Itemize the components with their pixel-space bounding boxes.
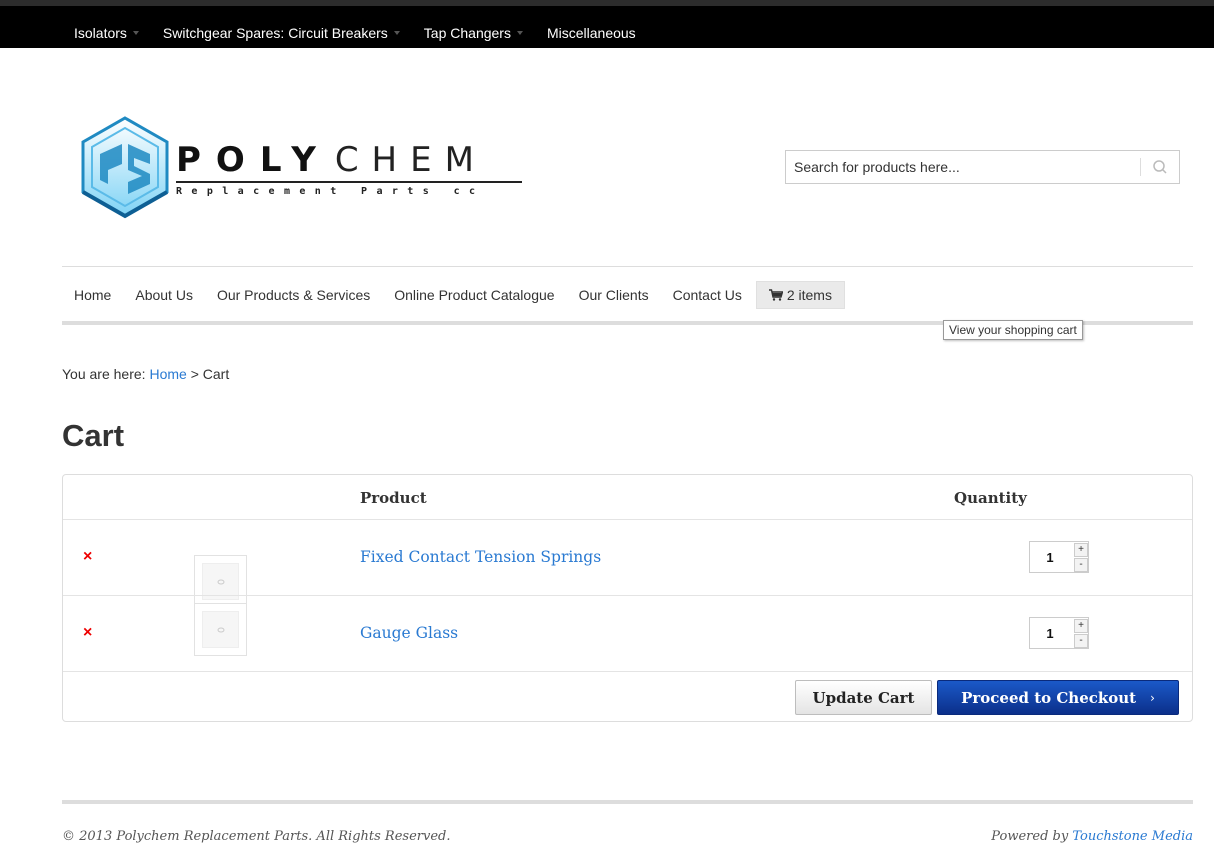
cart-icon xyxy=(768,289,783,301)
touchstone-media-link[interactable]: Touchstone Media xyxy=(1072,829,1193,844)
top-nav: Isolators Switchgear Spares: Circuit Bre… xyxy=(62,12,648,54)
cart-table: Product Quantity × Fixed Contact Tension… xyxy=(62,474,1193,722)
header-divider xyxy=(63,519,1192,520)
nav-top-divider xyxy=(62,266,1193,267)
top-nav-label: Tap Changers xyxy=(423,25,511,41)
search-icon xyxy=(1153,160,1167,174)
brand-word-light: CHEM xyxy=(334,140,487,180)
breadcrumb-home-link[interactable]: Home xyxy=(149,366,186,382)
top-nav-isolators[interactable]: Isolators xyxy=(74,25,139,41)
caret-down-icon xyxy=(132,31,139,35)
search-button[interactable] xyxy=(1146,155,1174,179)
nav-cart-button[interactable]: 2 items xyxy=(755,281,845,309)
top-nav-label: Miscellaneous xyxy=(546,25,636,41)
product-link[interactable]: Fixed Contact Tension Springs xyxy=(360,548,601,566)
nav-about-us[interactable]: About Us xyxy=(135,287,193,303)
breadcrumb: You are here: Home > Cart xyxy=(62,366,229,382)
search-divider xyxy=(1140,158,1141,176)
page-title: Cart xyxy=(62,418,125,453)
nav-contact-us[interactable]: Contact Us xyxy=(673,287,742,303)
top-nav-miscellaneous[interactable]: Miscellaneous xyxy=(547,25,636,41)
nav-home[interactable]: Home xyxy=(74,287,111,303)
footer-divider xyxy=(62,800,1193,804)
polychem-hex-logo-icon xyxy=(81,116,169,219)
update-cart-button[interactable]: Update Cart xyxy=(795,680,932,715)
quantity-increase-button[interactable]: + xyxy=(1074,619,1088,633)
nav-online-catalogue[interactable]: Online Product Catalogue xyxy=(394,287,554,303)
top-nav-tap-changers[interactable]: Tap Changers xyxy=(424,25,523,41)
caret-down-icon xyxy=(516,31,523,35)
cart-count-label: 2 items xyxy=(786,287,832,303)
nav-our-clients[interactable]: Our Clients xyxy=(579,287,649,303)
quantity-decrease-button[interactable]: - xyxy=(1074,634,1088,648)
breadcrumb-separator: > xyxy=(186,366,203,382)
brand-word-bold: POLY xyxy=(176,140,331,180)
footer-copyright: © 2013 Polychem Replacement Parts. All R… xyxy=(62,829,451,844)
top-nav-label: Isolators xyxy=(74,25,127,41)
quantity-input[interactable] xyxy=(1030,618,1070,648)
quantity-decrease-button[interactable]: - xyxy=(1074,558,1088,572)
top-nav-switchgear-spares[interactable]: Switchgear Spares: Circuit Breakers xyxy=(163,25,400,41)
search-input[interactable] xyxy=(786,151,1136,183)
footer-powered-by: Powered by Touchstone Media xyxy=(991,829,1193,844)
search-box xyxy=(785,150,1180,184)
row-divider xyxy=(63,671,1192,672)
cart-tooltip: View your shopping cart xyxy=(943,320,1083,340)
caret-down-icon xyxy=(393,31,400,35)
quantity-increase-button[interactable]: + xyxy=(1074,543,1088,557)
column-header-quantity: Quantity xyxy=(954,489,1027,507)
brand-subtitle: Replacement Parts cc xyxy=(176,186,485,197)
product-thumbnail[interactable] xyxy=(194,555,247,608)
row-divider xyxy=(63,595,1192,596)
brand-wordmark: POLY CHEM xyxy=(176,140,487,180)
quantity-stepper: + - xyxy=(1029,617,1089,649)
breadcrumb-prefix: You are here: xyxy=(62,366,150,382)
proceed-to-checkout-button[interactable]: Proceed to Checkout › xyxy=(937,680,1179,715)
remove-item-icon[interactable]: × xyxy=(83,548,92,566)
update-cart-label: Update Cart xyxy=(812,688,915,707)
top-nav-label: Switchgear Spares: Circuit Breakers xyxy=(162,25,388,41)
checkout-label: Proceed to Checkout xyxy=(961,688,1137,707)
chevron-right-icon: › xyxy=(1150,690,1155,705)
column-header-product: Product xyxy=(360,489,427,507)
breadcrumb-current: Cart xyxy=(202,366,230,382)
placeholder-image-icon xyxy=(202,611,239,648)
quantity-stepper: + - xyxy=(1029,541,1089,573)
product-thumbnail[interactable] xyxy=(194,603,247,656)
powered-by-prefix: Powered by xyxy=(991,829,1073,844)
top-bar: Isolators Switchgear Spares: Circuit Bre… xyxy=(0,0,1214,48)
site-logo[interactable]: POLY CHEM Replacement Parts cc xyxy=(78,114,538,222)
quantity-input[interactable] xyxy=(1030,542,1070,572)
product-link[interactable]: Gauge Glass xyxy=(360,624,458,642)
brand-underline xyxy=(176,181,522,183)
main-nav: Home About Us Our Products & Services On… xyxy=(74,281,845,309)
remove-item-icon[interactable]: × xyxy=(83,624,92,642)
nav-products-services[interactable]: Our Products & Services xyxy=(217,287,370,303)
